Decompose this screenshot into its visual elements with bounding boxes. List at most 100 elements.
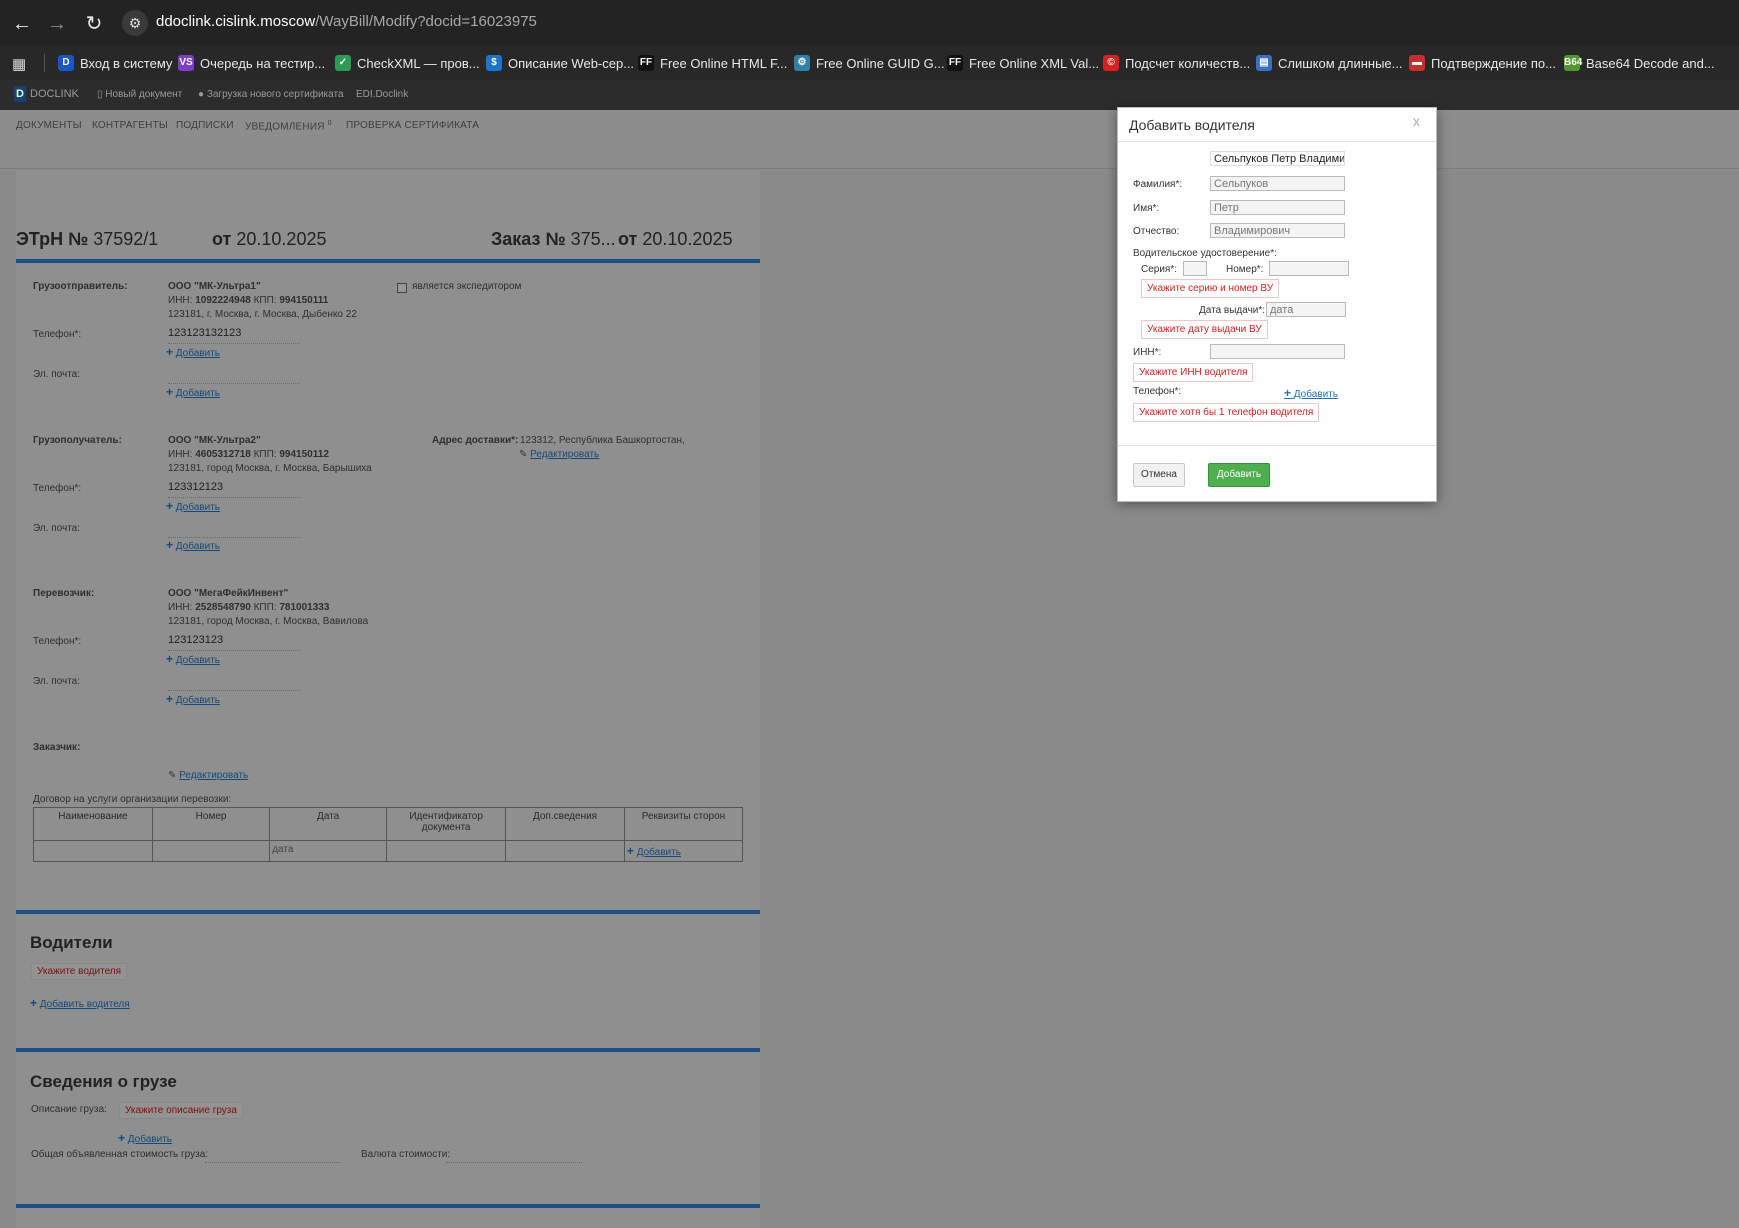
edi-doclink-link[interactable]: EDI.Doclink <box>356 89 408 100</box>
patronymic-input[interactable]: Владимирович <box>1210 223 1345 238</box>
cargo-desc-add[interactable]: + Добавить <box>118 1131 172 1145</box>
order-title: Заказ № 375... <box>491 229 616 250</box>
upload-certificate-link[interactable]: ● Загрузка нового сертификата <box>198 89 344 100</box>
shipper-label: Грузоотправитель: <box>33 281 128 292</box>
doc-date: от 20.10.2025 <box>212 229 326 250</box>
customer-label: Заказчик: <box>33 742 81 753</box>
contract-name-input[interactable] <box>33 840 153 862</box>
forward-icon[interactable]: → <box>45 12 69 36</box>
bookmark-item[interactable]: D Вход в систему <box>58 54 172 72</box>
surname-input[interactable]: Сельпуков <box>1210 176 1345 191</box>
shipper-email-add[interactable]: + Добавить <box>166 385 220 399</box>
doc-title-prefix: ЭТрН № <box>16 229 89 249</box>
name-input[interactable]: Петр <box>1210 200 1345 215</box>
plus-icon: + <box>166 692 174 706</box>
doc-title: ЭТрН № 37592/1 <box>16 229 158 250</box>
contract-date-input[interactable]: дата <box>269 840 388 862</box>
bookmark-label: Free Online GUID G... <box>816 55 945 71</box>
forwarder-label: является экспедитором <box>412 281 522 292</box>
carrier-inn: 2528548790 <box>195 602 251 613</box>
bookmark-item[interactable]: ▤ Слишком длинные... <box>1256 54 1402 72</box>
doc-number: 37592/1 <box>93 229 159 249</box>
add-driver-link[interactable]: + Добавить водителя <box>30 996 130 1010</box>
url-field[interactable]: ddoclink.cislink.moscow/WayBill/Modify?d… <box>156 13 537 30</box>
consignee-phone-add[interactable]: + Добавить <box>166 499 220 513</box>
carrier-kpp: 781001333 <box>279 602 330 613</box>
consignee-email-add[interactable]: + Добавить <box>166 538 220 552</box>
carrier-phone-input[interactable]: 123123123 <box>168 634 300 651</box>
contract-details-add[interactable]: + Добавить <box>623 840 744 862</box>
inn-input[interactable] <box>1210 344 1345 359</box>
bookmark-item[interactable]: ⚙ Free Online GUID G... <box>794 54 945 72</box>
name-label: Имя*: <box>1133 203 1160 214</box>
consignee-name: ООО "МК-Ультра2" <box>168 435 261 446</box>
menu-notifications[interactable]: УВЕДОМЛЕНИЯ 0 <box>245 120 332 132</box>
issue-date-input[interactable]: дата <box>1266 302 1346 317</box>
bookmark-favicon-icon: FF <box>947 55 963 71</box>
bookmark-favicon-icon: ⚙ <box>794 55 810 71</box>
back-icon[interactable]: ← <box>10 12 34 36</box>
new-document-link[interactable]: ▯ Новый документ <box>97 89 182 100</box>
contract-id-input[interactable] <box>386 840 507 862</box>
cargo-currency-input[interactable] <box>446 1146 582 1163</box>
shipper-inn-kpp: ИНН: 1092224948 КПП: 994150111 <box>168 295 328 306</box>
contract-header-row: Наименование Номер Дата Идентификатор до… <box>33 807 744 841</box>
bookmark-item[interactable]: FF Free Online HTML F... <box>638 54 787 72</box>
bookmark-item[interactable]: B64 Base64 Decode and... <box>1564 54 1715 72</box>
modal-footer-divider <box>1118 445 1436 446</box>
shipper-phone-input[interactable]: 123123132123 <box>168 327 300 344</box>
bookmark-item[interactable]: $ Описание Web-сер... <box>486 54 634 72</box>
cargo-heading: Сведения о грузе <box>30 1072 177 1091</box>
bookmark-item[interactable]: FF Free Online XML Val... <box>947 54 1099 72</box>
add-driver-submit-button[interactable]: Добавить <box>1208 463 1270 487</box>
menu-certificate-check[interactable]: ПРОВЕРКА СЕРТИФИКАТА <box>346 120 479 131</box>
bookmark-item[interactable]: © Подсчет количеств... <box>1103 54 1250 72</box>
menu-subscriptions[interactable]: ПОДПИСКИ <box>176 120 234 131</box>
carrier-email-input[interactable] <box>168 674 300 691</box>
shipper-phone-add[interactable]: + Добавить <box>166 345 220 359</box>
shipper-address: 123181, г. Москва, г. Москва, Дыбенко 22 <box>168 309 357 320</box>
cargo-desc-label: Описание груза: <box>31 1104 107 1115</box>
bookmark-item[interactable]: ✓ CheckXML — пров... <box>335 54 480 72</box>
circle-icon: ● <box>198 89 207 100</box>
carrier-phone-add[interactable]: + Добавить <box>166 652 220 666</box>
delivery-address-value: 123312, Республика Башкортостан, <box>520 435 685 446</box>
bookmark-favicon-icon: ▤ <box>1256 55 1272 71</box>
menu-notifications-label: УВЕДОМЛЕНИЯ <box>245 121 325 133</box>
series-input[interactable] <box>1183 261 1207 276</box>
consignee-email-input[interactable] <box>168 521 300 538</box>
menu-counterparties[interactable]: КОНТРАГЕНТЫ <box>92 120 168 131</box>
bookmark-item[interactable]: VS Очередь на тестир... <box>178 54 325 72</box>
bookmark-favicon-icon: FF <box>638 55 654 71</box>
inn-error: Укажите ИНН водителя <box>1133 363 1254 382</box>
cargo-cost-input[interactable] <box>205 1146 341 1163</box>
shipper-email-input[interactable] <box>168 367 300 384</box>
phone-add-link[interactable]: + Добавить <box>1284 386 1338 400</box>
contract-col-number: Номер <box>151 807 271 841</box>
carrier-label: Перевозчик: <box>33 588 95 599</box>
site-settings-icon[interactable]: ⚙ <box>122 10 148 36</box>
driver-full-name: Сельпуков Петр Владимир <box>1210 151 1345 166</box>
close-icon[interactable]: x <box>1413 113 1420 129</box>
app-top-bar: D DOCLINK ▯ Новый документ ● Загрузка нов… <box>0 80 1739 110</box>
plus-icon: + <box>1284 386 1292 400</box>
apps-grid-icon[interactable]: ▦ <box>12 55 26 73</box>
drivers-error: Укажите водителя <box>31 963 128 980</box>
license-number-input[interactable] <box>1269 261 1349 276</box>
plus-icon: + <box>626 844 634 858</box>
bookmark-item[interactable]: ▬ Подтверждение по... <box>1409 54 1556 72</box>
delivery-address-edit[interactable]: ✎ Редактировать <box>519 449 599 460</box>
reload-icon[interactable]: ↻ <box>82 12 106 36</box>
cancel-button[interactable]: Отмена <box>1133 463 1185 487</box>
contract-number-input[interactable] <box>151 840 271 862</box>
carrier-email-add[interactable]: + Добавить <box>166 692 220 706</box>
drivers-divider <box>16 910 760 914</box>
customer-edit[interactable]: ✎ Редактировать <box>168 770 248 781</box>
contract-extra-input[interactable] <box>505 840 625 862</box>
menu-documents[interactable]: ДОКУМЕНТЫ <box>16 120 82 131</box>
forwarder-checkbox[interactable] <box>397 283 407 293</box>
doclink-logo[interactable]: D DOCLINK <box>14 86 79 102</box>
consignee-phone-input[interactable]: 123312123 <box>168 481 300 498</box>
carrier-kpp-label: КПП: <box>253 602 277 613</box>
modal-header: Добавить водителя x <box>1118 108 1436 142</box>
